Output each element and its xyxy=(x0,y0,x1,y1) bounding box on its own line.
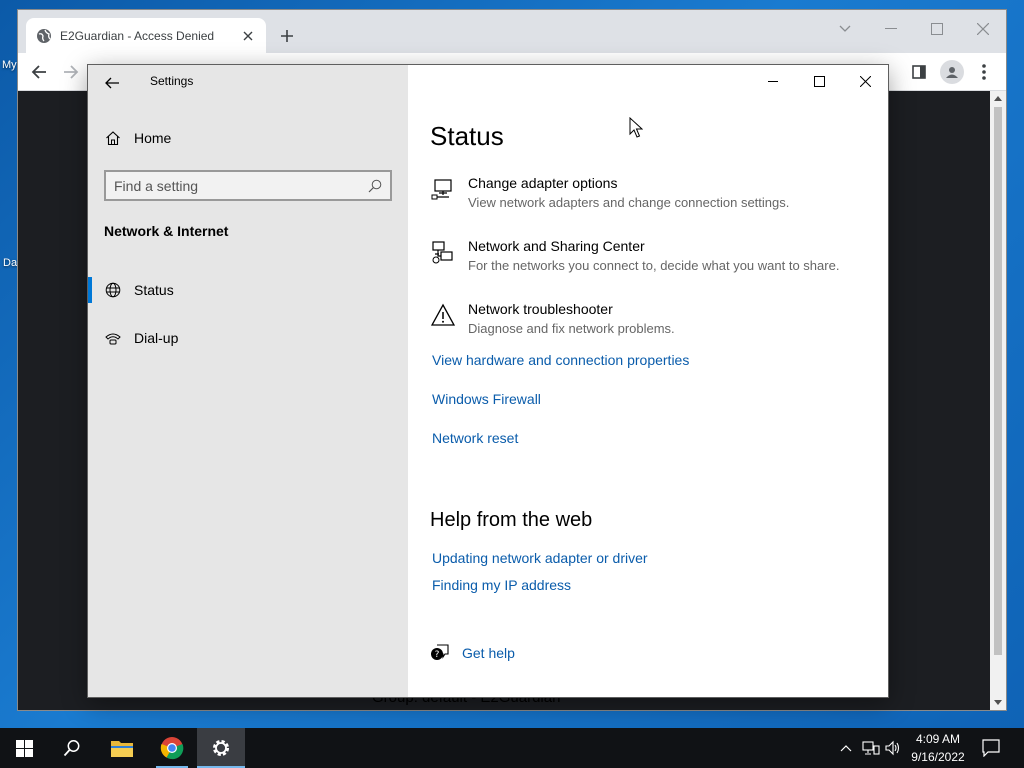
scroll-up-icon[interactable] xyxy=(994,95,1002,101)
side-panel-icon[interactable] xyxy=(910,63,928,81)
browser-scrollbar[interactable] xyxy=(990,91,1006,710)
desktop-icon-label-my[interactable]: My xyxy=(2,59,17,71)
warning-icon xyxy=(430,302,456,328)
nav-home[interactable]: Home xyxy=(88,118,408,158)
svg-text:?: ? xyxy=(435,650,440,660)
back-button[interactable] xyxy=(102,73,122,93)
help-link-ip-address[interactable]: Finding my IP address xyxy=(432,577,571,593)
get-help-link[interactable]: ? Get help xyxy=(430,643,515,663)
globe-favicon-icon xyxy=(36,28,52,44)
settings-content-pane: Status Change adapter options View netwo… xyxy=(408,65,888,697)
browser-menu-icon[interactable] xyxy=(976,63,992,81)
dialup-icon xyxy=(104,329,122,347)
option-title: Network and Sharing Center xyxy=(468,238,645,254)
chat-help-icon: ? xyxy=(430,643,450,663)
system-clock[interactable]: 4:09 AM 9/16/2022 xyxy=(904,730,972,766)
notification-center-icon[interactable] xyxy=(980,738,1002,758)
sidebar-item-dial-up-label: Dial-up xyxy=(134,330,179,346)
network-reset-link[interactable]: Network reset xyxy=(432,430,518,446)
tab-search-button[interactable] xyxy=(832,16,858,42)
search-box[interactable] xyxy=(104,170,392,201)
network-sharing-center-link[interactable]: Network and Sharing Center For the netwo… xyxy=(430,237,839,275)
get-help-label: Get help xyxy=(462,645,515,661)
search-icon[interactable] xyxy=(368,179,382,193)
browser-maximize-button[interactable] xyxy=(924,16,950,42)
option-title: Network troubleshooter xyxy=(468,301,613,317)
page-title: Status xyxy=(430,121,504,151)
volume-icon[interactable] xyxy=(884,739,902,757)
sharing-center-icon xyxy=(430,239,456,265)
search-input[interactable] xyxy=(114,177,368,194)
tab-close-icon[interactable] xyxy=(240,28,256,44)
desktop-icon-label-da[interactable]: Da xyxy=(3,257,17,269)
browser-tab-title: E2Guardian - Access Denied xyxy=(60,28,215,43)
network-troubleshooter-link[interactable]: Network troubleshooter Diagnose and fix … xyxy=(430,300,675,338)
nav-home-label: Home xyxy=(134,130,172,146)
globe-icon xyxy=(104,281,122,299)
option-description: Diagnose and fix network problems. xyxy=(468,321,675,336)
start-button[interactable] xyxy=(0,728,48,768)
sidebar-item-status[interactable]: Status xyxy=(88,270,408,310)
option-title: Change adapter options xyxy=(468,175,618,191)
sidebar-item-dial-up[interactable]: Dial-up xyxy=(88,318,408,358)
view-hardware-properties-link[interactable]: View hardware and connection properties xyxy=(432,352,689,368)
forward-arrow-icon[interactable] xyxy=(62,63,80,81)
scrollbar-thumb[interactable] xyxy=(994,107,1002,655)
minimize-icon xyxy=(768,80,778,82)
settings-maximize-button[interactable] xyxy=(796,65,842,97)
back-arrow-icon[interactable] xyxy=(30,63,48,81)
new-tab-button[interactable] xyxy=(276,25,298,47)
folder-icon xyxy=(111,741,133,757)
chrome-icon xyxy=(160,737,184,760)
search-button[interactable] xyxy=(48,728,96,768)
option-description: View network adapters and change connect… xyxy=(468,195,790,210)
option-description: For the networks you connect to, decide … xyxy=(468,258,840,273)
scroll-down-icon[interactable] xyxy=(994,700,1002,706)
mouse-cursor-icon xyxy=(629,117,643,138)
settings-close-button[interactable] xyxy=(842,65,888,97)
close-icon xyxy=(859,75,871,87)
windows-firewall-link[interactable]: Windows Firewall xyxy=(432,391,541,407)
nav-section-heading: Network & Internet xyxy=(104,223,229,239)
browser-minimize-button[interactable] xyxy=(878,16,904,42)
taskbar: 4:09 AM 9/16/2022 xyxy=(0,728,1024,768)
maximize-icon xyxy=(813,75,825,87)
chevron-up-icon[interactable] xyxy=(838,740,854,756)
settings-taskbar-button[interactable] xyxy=(197,728,245,768)
settings-window-title: Settings xyxy=(150,74,194,88)
search-icon xyxy=(63,740,80,757)
selected-indicator xyxy=(88,277,92,303)
profile-avatar-icon[interactable] xyxy=(940,60,964,84)
gear-icon xyxy=(212,739,230,757)
browser-tab-strip: E2Guardian - Access Denied xyxy=(18,10,1006,53)
help-section-heading: Help from the web xyxy=(430,509,593,531)
settings-minimize-button[interactable] xyxy=(750,65,796,97)
clock-time: 4:09 AM xyxy=(915,732,961,746)
clock-date: 9/16/2022 xyxy=(911,750,965,764)
change-adapter-options-link[interactable]: Change adapter options View network adap… xyxy=(430,174,789,212)
back-arrow-icon xyxy=(105,77,119,89)
settings-nav-pane: Settings Home Network & Internet Status xyxy=(88,65,408,697)
home-icon xyxy=(104,129,122,147)
file-explorer-button[interactable] xyxy=(98,728,146,768)
browser-close-button[interactable] xyxy=(970,16,996,42)
network-icon[interactable] xyxy=(862,739,880,757)
settings-window: Settings Home Network & Internet Status xyxy=(88,65,888,697)
sidebar-item-status-label: Status xyxy=(134,282,174,298)
browser-tab[interactable]: E2Guardian - Access Denied xyxy=(26,18,266,53)
windows-logo-icon xyxy=(15,739,33,757)
chrome-taskbar-button[interactable] xyxy=(148,728,196,768)
adapter-icon xyxy=(430,176,456,202)
help-link-adapter-driver[interactable]: Updating network adapter or driver xyxy=(432,550,648,566)
